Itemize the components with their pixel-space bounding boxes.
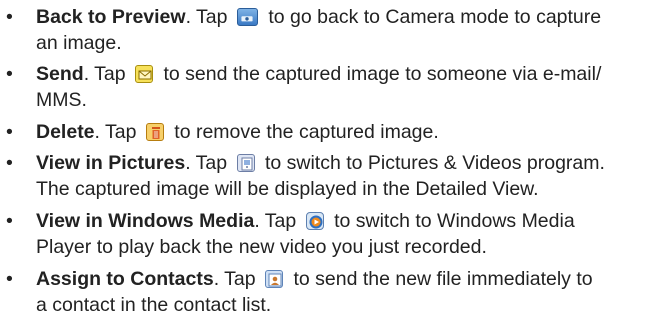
assign-contact-icon	[265, 270, 284, 288]
item-text: . Tap	[94, 121, 142, 143]
trash-delete-icon	[145, 123, 164, 141]
item-text: . Tap	[185, 152, 233, 174]
item-text: . Tap	[185, 6, 233, 28]
item-term: Send	[36, 63, 84, 85]
item-text-cont: MMS.	[36, 89, 87, 111]
item-text: to remove the captured image.	[168, 121, 439, 143]
bullet: •	[6, 268, 13, 290]
item-term: View in Pictures	[36, 152, 186, 174]
item-term: Back to Preview	[36, 6, 186, 28]
item-text: . Tap	[83, 63, 132, 85]
item-text: to switch to Windows Media	[328, 210, 575, 232]
bullet: •	[6, 152, 13, 174]
item-text: . Tap	[213, 268, 262, 290]
item-text: to switch to Pictures & Videos program.	[259, 152, 605, 174]
item-text: . Tap	[254, 210, 302, 232]
item-text-cont: an image.	[36, 32, 122, 54]
bullet: •	[6, 121, 13, 143]
bullet: •	[6, 6, 13, 28]
item-text: to send the new file immediately to	[288, 268, 593, 290]
item-term: Delete	[36, 121, 95, 143]
item-term: Assign to Contacts	[36, 268, 214, 290]
windows-media-icon	[305, 212, 324, 230]
item-text-cont: The captured image will be displayed in …	[36, 178, 539, 200]
pictures-icon	[236, 154, 255, 172]
item-term: View in Windows Media	[36, 210, 255, 232]
item-text: to send the captured image to someone vi…	[158, 63, 602, 85]
item-text-cont: Player to play back the new video you ju…	[36, 236, 487, 258]
envelope-send-icon	[135, 65, 154, 83]
item-text: to go back to Camera mode to capture	[262, 6, 602, 28]
bullet: •	[6, 63, 13, 85]
item-text-cont: a contact in the contact list.	[36, 294, 272, 316]
bullet: •	[6, 210, 13, 232]
camera-preview-icon	[236, 8, 258, 26]
